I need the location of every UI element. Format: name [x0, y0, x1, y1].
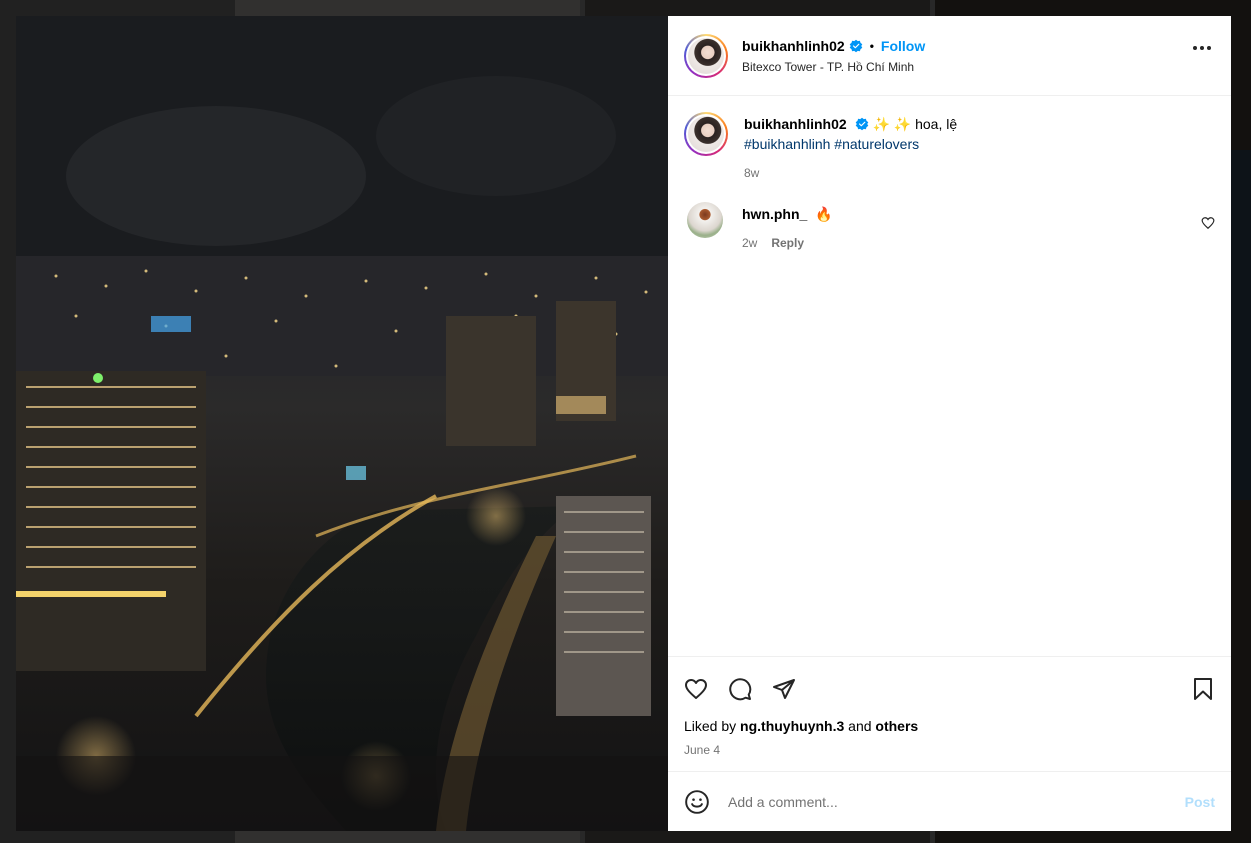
hashtag-link[interactable]: #naturelovers [834, 136, 919, 152]
comment-text: 🔥 [815, 206, 833, 222]
comment-input[interactable] [728, 793, 1185, 810]
avatar-image [688, 37, 724, 74]
commenter-avatar[interactable] [687, 202, 723, 238]
caption: buikhanhlinh02 ✨ ✨ hoa, lệ #buikhanhlinh… [684, 112, 1215, 180]
comment-age[interactable]: 2w [742, 236, 757, 250]
action-bar [684, 657, 1215, 717]
liked-by-prefix: Liked by [684, 718, 737, 734]
post-details-panel: buikhanhlinh02 • Follow Bitexco Tower - … [668, 16, 1231, 831]
caption-age[interactable]: 8w [744, 166, 759, 180]
comment-composer: Post [668, 771, 1231, 831]
comment-item: hwn.phn_ 🔥 2w Reply [684, 202, 1215, 250]
avatar-image [688, 116, 724, 152]
post-header: buikhanhlinh02 • Follow Bitexco Tower - … [668, 16, 1231, 96]
author-avatar[interactable] [684, 33, 728, 78]
heart-icon[interactable] [684, 677, 708, 701]
post-location[interactable]: Bitexco Tower - TP. Hồ Chí Minh [742, 60, 925, 74]
post-modal: buikhanhlinh02 • Follow Bitexco Tower - … [16, 16, 1231, 831]
more-options-icon[interactable] [1193, 46, 1211, 50]
caption-text: ✨ ✨ hoa, lệ [872, 116, 958, 132]
separator-dot: • [869, 38, 874, 53]
likes-summary: Liked by ng.thuyhuynh.3 and others [684, 717, 1215, 735]
comments-section: buikhanhlinh02 ✨ ✨ hoa, lệ #buikhanhlinh… [668, 96, 1231, 656]
city-night-image [16, 16, 668, 831]
caption-author-avatar[interactable] [684, 112, 728, 156]
comment-like-heart-icon[interactable] [1201, 216, 1215, 230]
liked-by-and: and [848, 718, 872, 734]
hashtag-link[interactable]: #buikhanhlinh [744, 136, 830, 152]
post-date[interactable]: June 4 [684, 743, 1215, 757]
share-icon[interactable] [772, 677, 796, 701]
reply-button[interactable]: Reply [771, 236, 804, 250]
comment-username[interactable]: hwn.phn_ [742, 206, 807, 222]
liked-by-others[interactable]: others [875, 718, 918, 734]
caption-username[interactable]: buikhanhlinh02 [744, 116, 847, 132]
verified-badge-icon [849, 39, 862, 52]
emoji-icon[interactable] [684, 789, 710, 815]
post-comment-button[interactable]: Post [1185, 794, 1215, 810]
bookmark-icon[interactable] [1191, 677, 1215, 701]
comment-icon[interactable] [728, 677, 752, 701]
verified-badge-icon [855, 117, 868, 131]
follow-button[interactable]: Follow [881, 38, 925, 54]
post-actions-area: Liked by ng.thuyhuynh.3 and others June … [668, 656, 1231, 771]
author-username[interactable]: buikhanhlinh02 [742, 38, 845, 54]
liked-by-user[interactable]: ng.thuyhuynh.3 [740, 718, 844, 734]
post-photo[interactable] [16, 16, 668, 831]
